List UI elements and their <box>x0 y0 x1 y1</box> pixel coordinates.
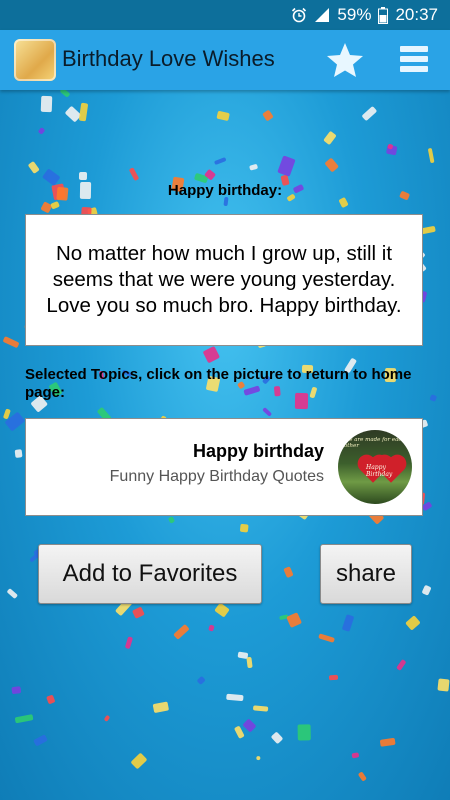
confetti-piece <box>437 678 450 692</box>
confetti-piece <box>427 148 435 164</box>
confetti-piece <box>214 602 231 619</box>
confetti-piece <box>237 650 249 659</box>
confetti-piece <box>239 522 249 533</box>
confetti-piece <box>79 102 89 122</box>
confetti-piece <box>173 624 190 640</box>
confetti-piece <box>208 624 215 632</box>
wish-message-card: No matter how much I grow up, still it s… <box>25 214 423 346</box>
confetti-piece <box>11 686 21 694</box>
confetti-piece <box>213 156 227 165</box>
confetti-piece <box>323 131 338 146</box>
battery-percent: 59% <box>337 5 372 24</box>
confetti-piece <box>41 95 53 113</box>
confetti-piece <box>341 614 355 633</box>
confetti-piece <box>358 771 368 782</box>
confetti-piece <box>361 106 377 122</box>
confetti-piece <box>404 615 421 631</box>
confetti-piece <box>429 393 437 402</box>
confetti-piece <box>7 587 18 598</box>
confetti-piece <box>298 724 312 741</box>
confetti-piece <box>396 659 406 671</box>
confetti-piece <box>226 693 244 702</box>
confetti-piece <box>233 725 245 739</box>
signal-icon <box>315 8 330 22</box>
confetti-piece <box>253 704 269 712</box>
confetti-piece <box>262 109 275 122</box>
topic-card[interactable]: Happy birthday Funny Happy Birthday Quot… <box>25 418 423 516</box>
alarm-icon <box>292 7 307 23</box>
menu-icon[interactable] <box>400 46 428 72</box>
app-title: Birthday Love Wishes <box>62 46 275 71</box>
app-logo[interactable] <box>14 39 56 81</box>
confetti-piece <box>242 718 257 733</box>
confetti-piece <box>27 160 40 175</box>
confetti-piece <box>255 756 261 761</box>
share-button[interactable]: share <box>320 544 412 604</box>
confetti-piece <box>14 714 33 724</box>
message-heading: Happy birthday: <box>167 182 283 199</box>
confetti-piece <box>167 516 175 524</box>
confetti-piece <box>421 585 432 596</box>
thumb-label: Happy Birthday <box>366 464 393 478</box>
confetti-piece <box>286 611 303 628</box>
confetti-piece <box>216 110 230 122</box>
thumb-caption: We are made for each other <box>344 437 406 449</box>
confetti-piece <box>50 200 60 210</box>
topic-thumbnail[interactable]: We are made for each other Happy Birthda… <box>338 430 412 504</box>
confetti-piece <box>37 127 46 136</box>
confetti-piece <box>271 731 285 745</box>
confetti-piece <box>59 90 71 99</box>
confetti-piece <box>124 636 134 650</box>
confetti-piece <box>328 674 339 680</box>
confetti-piece <box>132 606 146 620</box>
app-bar: Birthday Love Wishes <box>0 30 450 90</box>
confetti-piece <box>46 694 56 705</box>
battery-icon <box>378 6 389 24</box>
add-to-favorites-button[interactable]: Add to Favorites <box>38 544 262 604</box>
confetti-piece <box>152 701 169 714</box>
confetti-piece <box>78 172 87 181</box>
confetti-piece <box>379 737 396 748</box>
clock: 20:37 <box>395 5 438 24</box>
wish-message-text: No matter how much I grow up, still it s… <box>46 242 402 317</box>
confetti-piece <box>351 752 360 759</box>
star-icon[interactable] <box>326 42 364 78</box>
confetti-piece <box>324 157 339 173</box>
main-content: Happy birthday: No matter how much I gro… <box>0 90 450 800</box>
topics-label: Selected Topics, click on the picture to… <box>25 366 412 401</box>
confetti-piece <box>196 675 207 686</box>
confetti-piece <box>277 155 296 177</box>
confetti-piece <box>282 565 294 578</box>
confetti-piece <box>262 407 273 418</box>
topic-subtitle: Funny Happy Birthday Quotes <box>109 468 324 485</box>
confetti-piece <box>103 714 111 723</box>
confetti-piece <box>2 335 20 348</box>
status-icons: 59% 20:37 <box>291 5 438 25</box>
confetti-piece <box>130 752 148 770</box>
topic-title: Happy birthday <box>192 441 324 461</box>
confetti-piece <box>318 633 336 644</box>
confetti-piece <box>33 733 48 747</box>
status-bar: 59% 20:37 <box>0 0 450 30</box>
confetti-piece <box>15 449 23 458</box>
confetti-piece <box>248 163 258 171</box>
confetti-piece <box>203 346 221 364</box>
confetti-piece <box>129 167 140 181</box>
